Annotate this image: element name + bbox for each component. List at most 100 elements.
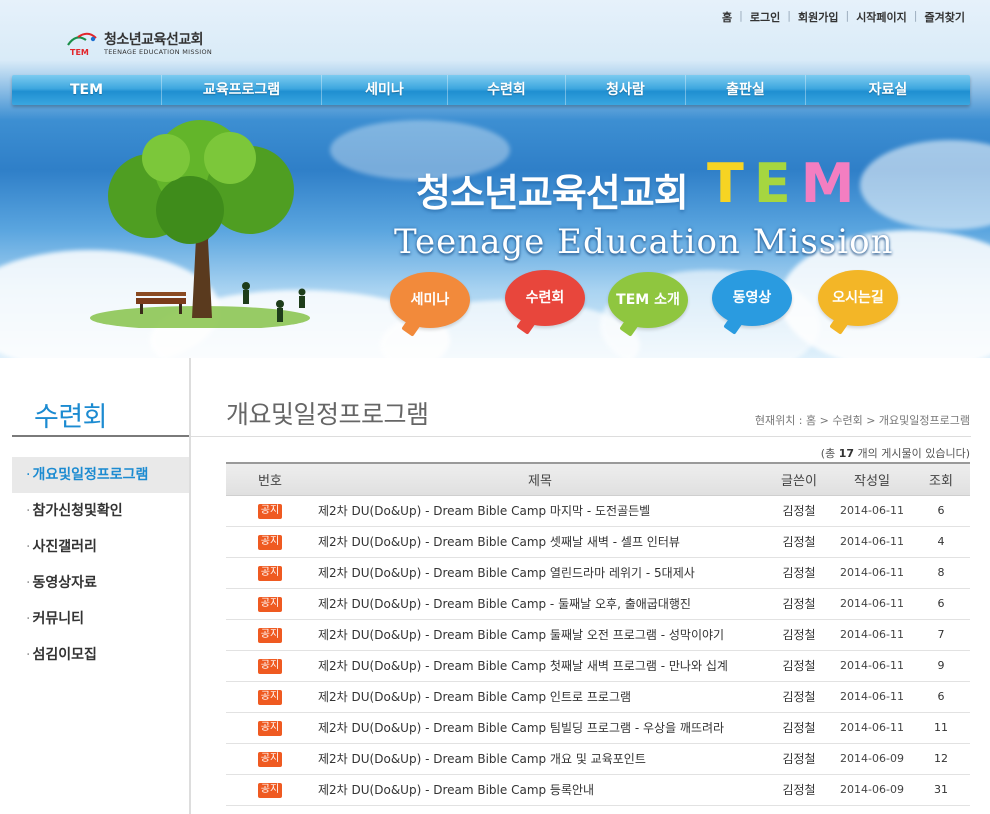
sidebar-item-photo-gallery[interactable]: · 사진갤러리 <box>12 529 190 565</box>
cell-views: 7 <box>912 619 970 651</box>
cell-subject[interactable]: 제2차 DU(Do&Up) - Dream Bible Camp - 둘째날 오… <box>314 588 766 620</box>
cell-subject[interactable]: 제2차 DU(Do&Up) - Dream Bible Camp 둘째날 오전 … <box>314 619 766 651</box>
cell-date <box>832 805 912 814</box>
cell-date: 2014-06-09 <box>832 774 912 806</box>
cell-subject[interactable]: 제2차 DU(Do&Up) - Dream Bible Camp 팀빌딩 프로그… <box>314 712 766 744</box>
top-link-bookmark[interactable]: 즐겨찾기 <box>918 9 972 25</box>
table-row[interactable]: 공지제2차 DU(Do&Up) - Dream Bible Camp김정철 <box>226 805 970 814</box>
top-link-login[interactable]: 로그인 <box>743 9 787 25</box>
cell-views: 9 <box>912 650 970 682</box>
cell-views <box>912 805 970 814</box>
notice-badge: 공지 <box>257 566 283 581</box>
table-row[interactable]: 공지 제2차 DU(Do&Up) - Dream Bible Camp 둘째날 오… <box>226 619 970 651</box>
post-title-link[interactable]: 제2차 DU(Do&Up) - Dream Bible Camp 개요 및 교육… <box>318 752 646 766</box>
cell-subject[interactable]: 제2차 DU(Do&Up) - Dream Bible Camp 열린드라마 레… <box>314 557 766 589</box>
cell-subject[interactable]: 제2차 DU(Do&Up) - Dream Bible Camp 셋째날 새벽 … <box>314 526 766 558</box>
cell-subject[interactable]: 제2차 DU(Do&Up) - Dream Bible Camp 첫째날 새벽 … <box>314 650 766 682</box>
cell-writer: 김정철 <box>766 712 832 744</box>
quick-link-retreat[interactable]: 수련회 <box>505 270 585 326</box>
cell-subject[interactable]: 제2차 DU(Do&Up) - Dream Bible Camp 마지막 - 도… <box>314 495 766 527</box>
cell-date: 2014-06-11 <box>832 681 912 713</box>
cell-subject[interactable]: 제2차 DU(Do&Up) - Dream Bible Camp <box>314 805 766 814</box>
nav-item-archive[interactable]: 자료실 <box>806 75 970 105</box>
sidebar-item-label: 섬김이모집 <box>32 647 97 663</box>
board-table: 번호 제목 글쓴이 작성일 조회 공지 제2차 DU(Do&Up) - Dream… <box>226 462 970 814</box>
column-header-subject: 제목 <box>314 462 766 496</box>
cell-writer: 김정철 <box>766 526 832 558</box>
sidebar: 수련회 · 개요및일정프로그램 · 참가신청및확인 · 사진갤러리 · 동영상자료 · 커… <box>12 358 190 814</box>
cell-writer: 김정철 <box>766 805 832 814</box>
cell-number: 공지 <box>226 495 314 527</box>
notice-badge: 공지 <box>257 752 283 767</box>
banner-letter-e: E <box>753 152 801 215</box>
cell-subject[interactable]: 제2차 DU(Do&Up) - Dream Bible Camp 등록안내 <box>314 774 766 806</box>
column-header-number: 번호 <box>226 462 314 496</box>
cell-date: 2014-06-11 <box>832 619 912 651</box>
quick-link-directions[interactable]: 오시는길 <box>818 270 898 326</box>
cell-subject[interactable]: 제2차 DU(Do&Up) - Dream Bible Camp 개요 및 교육… <box>314 743 766 775</box>
top-link-startpage[interactable]: 시작페이지 <box>849 9 914 25</box>
notice-badge: 공지 <box>257 504 283 519</box>
sidebar-item-video[interactable]: · 동영상자료 <box>12 565 190 601</box>
notice-badge: 공지 <box>257 659 283 674</box>
post-title-link[interactable]: 제2차 DU(Do&Up) - Dream Bible Camp 둘째날 오전 … <box>318 628 724 642</box>
nav-item-seminar[interactable]: 세미나 <box>322 75 448 105</box>
site-logo[interactable]: TEM 청소년교육선교회 TEENAGE EDUCATION MISSION <box>66 27 216 61</box>
nav-item-tem[interactable]: TEM <box>12 75 162 105</box>
notice-badge: 공지 <box>257 783 283 798</box>
quick-link-tem-intro[interactable]: TEM 소개 <box>608 272 688 328</box>
quick-link-seminar[interactable]: 세미나 <box>390 272 470 328</box>
cell-views: 6 <box>912 495 970 527</box>
breadcrumb: 현재위치 : 홈 > 수련회 > 개요및일정프로그램 <box>754 414 970 427</box>
logo-subtitle: TEENAGE EDUCATION MISSION <box>104 48 213 56</box>
column-header-date: 작성일 <box>832 462 912 496</box>
cell-number: 공지 <box>226 619 314 651</box>
cell-number: 공지 <box>226 774 314 806</box>
post-title-link[interactable]: 제2차 DU(Do&Up) - Dream Bible Camp 마지막 - 도… <box>318 504 650 518</box>
top-link-home[interactable]: 홈 <box>715 9 739 25</box>
column-header-views: 조회 <box>912 462 970 496</box>
tree-illustration-icon <box>90 120 310 328</box>
nav-item-cheongsaram[interactable]: 청사람 <box>566 75 686 105</box>
divider <box>12 435 190 437</box>
table-row[interactable]: 공지 제2차 DU(Do&Up) - Dream Bible Camp 등록안내 김… <box>226 774 970 806</box>
table-row[interactable]: 공지 제2차 DU(Do&Up) - Dream Bible Camp - 둘째날… <box>226 588 970 620</box>
cell-writer: 김정철 <box>766 681 832 713</box>
table-row[interactable]: 공지 제2차 DU(Do&Up) - Dream Bible Camp 마지막 -… <box>226 495 970 527</box>
table-row[interactable]: 공지 제2차 DU(Do&Up) - Dream Bible Camp 팀빌딩 프… <box>226 712 970 744</box>
cell-views: 11 <box>912 712 970 744</box>
nav-item-publishing[interactable]: 출판실 <box>686 75 806 105</box>
cell-number: 공지 <box>226 681 314 713</box>
bullet-icon: · <box>26 503 31 519</box>
post-title-link[interactable]: 제2차 DU(Do&Up) - Dream Bible Camp 첫째날 새벽 … <box>318 659 728 673</box>
bullet-icon: · <box>26 647 31 663</box>
post-title-link[interactable]: 제2차 DU(Do&Up) - Dream Bible Camp - 둘째날 오… <box>318 597 691 611</box>
table-row[interactable]: 공지 제2차 DU(Do&Up) - Dream Bible Camp 열린드라마… <box>226 557 970 589</box>
post-title-link[interactable]: 제2차 DU(Do&Up) - Dream Bible Camp 열린드라마 레… <box>318 566 695 580</box>
table-row[interactable]: 공지 제2차 DU(Do&Up) - Dream Bible Camp 셋째날 새… <box>226 526 970 558</box>
nav-item-retreat[interactable]: 수련회 <box>448 75 566 105</box>
banner-letter-m: M <box>800 152 865 215</box>
notice-badge: 공지 <box>257 721 283 736</box>
sidebar-item-volunteer[interactable]: · 섬김이모집 <box>12 637 190 673</box>
sidebar-item-label: 동영상자료 <box>32 575 97 591</box>
nav-item-education[interactable]: 교육프로그램 <box>162 75 322 105</box>
sidebar-title: 수련회 <box>34 402 108 433</box>
sidebar-item-overview[interactable]: · 개요및일정프로그램 <box>12 457 190 493</box>
quick-link-video[interactable]: 동영상 <box>712 270 792 326</box>
cell-views: 8 <box>912 557 970 589</box>
post-title-link[interactable]: 제2차 DU(Do&Up) - Dream Bible Camp 셋째날 새벽 … <box>318 535 680 549</box>
table-row[interactable]: 공지 제2차 DU(Do&Up) - Dream Bible Camp 첫째날 새… <box>226 650 970 682</box>
post-title-link[interactable]: 제2차 DU(Do&Up) - Dream Bible Camp 팀빌딩 프로그… <box>318 721 724 735</box>
cell-date: 2014-06-11 <box>832 526 912 558</box>
cell-subject[interactable]: 제2차 DU(Do&Up) - Dream Bible Camp 인트로 프로그… <box>314 681 766 713</box>
sidebar-item-registration[interactable]: · 참가신청및확인 <box>12 493 190 529</box>
banner-letter-t: T <box>707 152 754 215</box>
post-title-link[interactable]: 제2차 DU(Do&Up) - Dream Bible Camp 등록안내 <box>318 783 594 797</box>
table-row[interactable]: 공지 제2차 DU(Do&Up) - Dream Bible Camp 개요 및 … <box>226 743 970 775</box>
sidebar-item-community[interactable]: · 커뮤니티 <box>12 601 190 637</box>
post-title-link[interactable]: 제2차 DU(Do&Up) - Dream Bible Camp 인트로 프로그… <box>318 690 631 704</box>
top-link-signup[interactable]: 회원가입 <box>791 9 845 25</box>
table-row[interactable]: 공지 제2차 DU(Do&Up) - Dream Bible Camp 인트로 프… <box>226 681 970 713</box>
cell-number: 공지 <box>226 712 314 744</box>
